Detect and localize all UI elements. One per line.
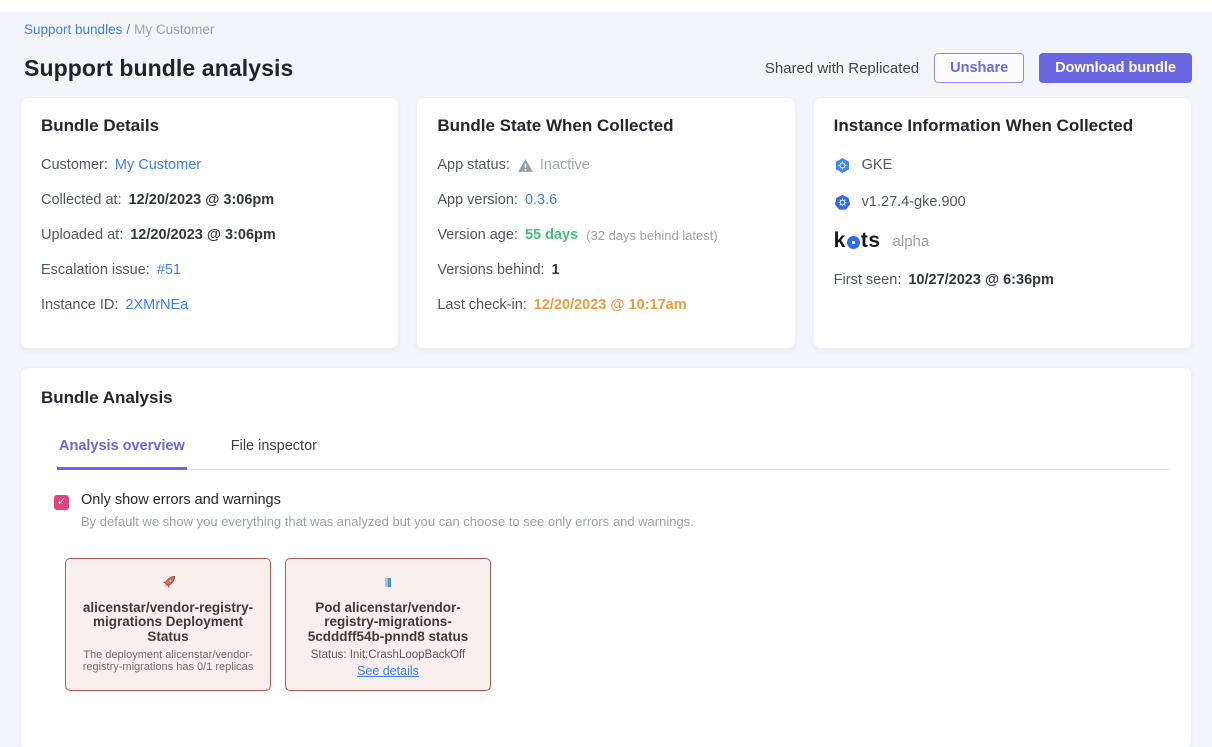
analyzer-result-deployment[interactable]: alicenstar/vendor-registry-migrations De…	[65, 558, 271, 691]
collected-at-value: 12/20/2023 @ 3:06pm	[129, 192, 275, 208]
see-details-link[interactable]: See details	[357, 664, 419, 678]
errors-filter-label[interactable]: Only show errors and warnings	[81, 492, 694, 508]
uploaded-at-label: Uploaded at:	[41, 227, 123, 243]
customer-row: Customer: My Customer	[41, 155, 378, 175]
uploaded-at-value: 12/20/2023 @ 3:06pm	[130, 227, 276, 243]
errors-only-checkbox[interactable]: ✓	[54, 495, 69, 510]
warning-triangle-icon	[517, 157, 534, 174]
gke-hexagon-icon	[834, 157, 851, 174]
page-title: Support bundle analysis	[24, 55, 293, 82]
result-status: Status: Init:CrashLoopBackOff	[296, 649, 480, 661]
bundle-details-card: Bundle Details Customer: My Customer Col…	[20, 97, 399, 349]
bundle-analysis-card: Bundle Analysis Analysis overview File i…	[20, 367, 1192, 747]
kots-logo-k: k	[834, 229, 846, 253]
version-age-label: Version age:	[437, 227, 518, 243]
app-version-row: App version: 0.3.6	[437, 190, 774, 210]
app-version-link[interactable]: 0.3.6	[525, 192, 557, 208]
analysis-tabs: Analysis overview File inspector	[57, 438, 1171, 470]
instance-id-label: Instance ID:	[41, 297, 118, 313]
kots-logo: kts	[834, 229, 881, 253]
version-age-row: Version age: 55 days (32 days behind lat…	[437, 225, 774, 245]
customer-label: Customer:	[41, 157, 108, 173]
breadcrumb-current: My Customer	[134, 22, 214, 37]
card-title: Instance Information When Collected	[834, 116, 1171, 136]
pod-glyph-icon	[385, 578, 391, 587]
version-age-value: 55 days	[525, 227, 578, 243]
breadcrumb-link-support-bundles[interactable]: Support bundles	[24, 22, 122, 37]
distribution-value: GKE	[862, 157, 893, 173]
escalation-issue-label: Escalation issue:	[41, 262, 150, 278]
collected-at-row: Collected at: 12/20/2023 @ 3:06pm	[41, 190, 378, 210]
page: Support bundles / My Customer Support bund…	[0, 22, 1212, 747]
summary-cards-row: Bundle Details Customer: My Customer Col…	[20, 97, 1192, 349]
first-seen-row: First seen: 10/27/2023 @ 6:36pm	[834, 270, 1171, 290]
last-checkin-row: Last check-in: 12/20/2023 @ 10:17am	[437, 295, 774, 315]
k8s-version-row: v1.27.4-gke.900	[834, 192, 1171, 212]
shared-status-label: Shared with Replicated	[765, 60, 919, 77]
result-title: alicenstar/vendor-registry-migrations De…	[76, 601, 260, 644]
k8s-version-value: v1.27.4-gke.900	[862, 194, 966, 210]
first-seen-label: First seen:	[834, 272, 902, 288]
card-title: Bundle Details	[41, 116, 378, 136]
kots-logo-o-icon	[847, 236, 860, 249]
version-age-note: (32 days behind latest)	[586, 228, 718, 243]
download-bundle-button[interactable]: Download bundle	[1039, 53, 1192, 83]
customer-link[interactable]: My Customer	[115, 157, 201, 173]
instance-id-row: Instance ID: 2XMrNEa	[41, 295, 378, 315]
card-title: Bundle State When Collected	[437, 116, 774, 136]
collected-at-label: Collected at:	[41, 192, 122, 208]
app-status-label: App status:	[437, 157, 510, 173]
result-title: Pod alicenstar/vendor-registry-migration…	[296, 601, 480, 644]
app-status-row: App status: Inactive	[437, 155, 774, 175]
page-header: Support bundle analysis Shared with Repl…	[24, 53, 1192, 83]
bundle-state-card: Bundle State When Collected App status: …	[416, 97, 795, 349]
breadcrumb-separator: /	[126, 22, 130, 37]
escalation-issue-row: Escalation issue: #51	[41, 260, 378, 280]
tab-analysis-overview[interactable]: Analysis overview	[57, 438, 187, 470]
header-actions: Shared with Replicated Unshare Download …	[765, 53, 1192, 83]
versions-behind-label: Versions behind:	[437, 262, 544, 278]
unshare-button[interactable]: Unshare	[934, 53, 1024, 83]
app-version-label: App version:	[437, 192, 518, 208]
uploaded-at-row: Uploaded at: 12/20/2023 @ 3:06pm	[41, 225, 378, 245]
last-checkin-label: Last check-in:	[437, 297, 526, 313]
last-checkin-value: 12/20/2023 @ 10:17am	[534, 297, 687, 313]
kots-row: kts alpha	[834, 229, 1171, 253]
top-nav-edge	[0, 0, 1212, 12]
bundle-analysis-title: Bundle Analysis	[41, 388, 1171, 408]
versions-behind-value: 1	[552, 262, 560, 278]
analyzer-results-row: alicenstar/vendor-registry-migrations De…	[65, 558, 1171, 691]
distribution-row: GKE	[834, 155, 1171, 175]
result-description: The deployment alicenstar/vendor-registr…	[76, 649, 260, 673]
analyzer-result-pod-status[interactable]: Pod alicenstar/vendor-registry-migration…	[285, 558, 491, 691]
errors-filter-description: By default we show you everything that w…	[81, 514, 694, 529]
pod-status-icon	[296, 571, 480, 593]
errors-filter-text: Only show errors and warnings By default…	[81, 492, 694, 529]
escalation-issue-link[interactable]: #51	[157, 262, 181, 278]
errors-filter-row: ✓ Only show errors and warnings By defau…	[54, 492, 1171, 529]
first-seen-value: 10/27/2023 @ 6:36pm	[908, 272, 1054, 288]
breadcrumb: Support bundles / My Customer	[24, 22, 1192, 37]
kots-channel: alpha	[893, 233, 930, 250]
kots-logo-ts: ts	[861, 229, 881, 253]
app-status-value: Inactive	[540, 157, 590, 173]
instance-info-card: Instance Information When Collected GKE …	[813, 97, 1192, 349]
kubernetes-wheel-icon	[834, 194, 851, 211]
tab-file-inspector[interactable]: File inspector	[229, 438, 319, 469]
versions-behind-row: Versions behind: 1	[437, 260, 774, 280]
instance-id-link[interactable]: 2XMrNEa	[125, 297, 188, 313]
rocket-icon	[76, 571, 260, 593]
